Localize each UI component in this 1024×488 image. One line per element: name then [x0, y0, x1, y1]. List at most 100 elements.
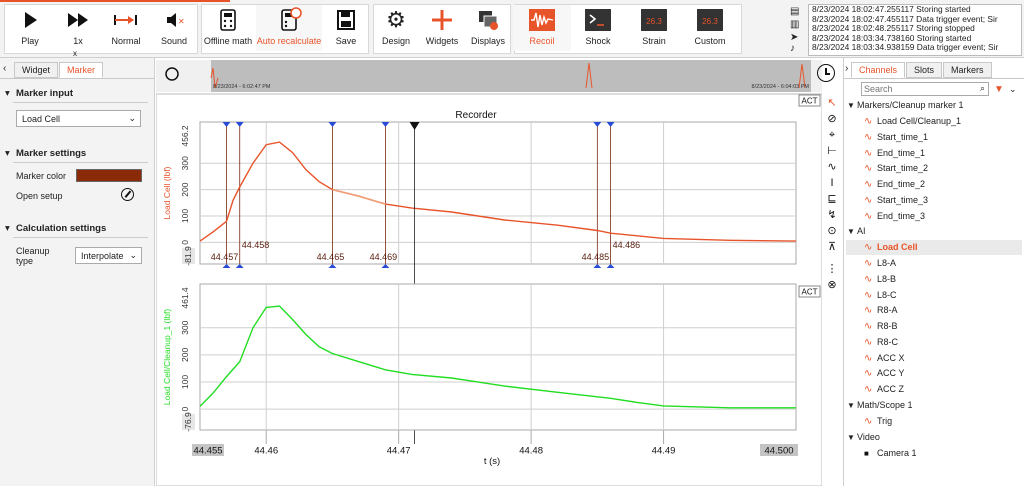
tree-item[interactable]: ∿ Start_time_3	[846, 193, 1022, 208]
recoil-button[interactable]: Recoil	[513, 5, 571, 51]
search-icon: ⌕	[979, 83, 985, 93]
document-icon[interactable]: ▥	[790, 19, 799, 30]
tree-item[interactable]: ∿ ACC Y	[846, 366, 1022, 381]
divider	[0, 78, 155, 79]
plot-frame	[199, 283, 797, 431]
recorder-area: 8/23/2024 - 6:02:47 PM 8/23/2024 - 6:04:…	[155, 58, 823, 487]
shock-button[interactable]: Shock	[569, 5, 627, 51]
search-box: ⌕	[861, 82, 989, 96]
grid-icon[interactable]: ⋮	[825, 262, 839, 276]
sound-button[interactable]: ✕ Sound	[144, 5, 204, 51]
tab-slots[interactable]: Slots	[906, 62, 943, 78]
caret-down-icon: ▼	[847, 400, 855, 410]
y-min-label: -76.9	[183, 412, 193, 432]
marker-color-swatch[interactable]	[76, 169, 142, 182]
tree-item[interactable]: ∿ L8-C	[846, 288, 1022, 303]
calculator-icon	[199, 7, 257, 33]
channels-tabs: Channels Slots Markers	[851, 62, 993, 78]
displays-button[interactable]: Displays	[458, 5, 518, 51]
recorder-svg[interactable]: 8/23/2024 - 6:02:47 PM 8/23/2024 - 6:04:…	[155, 58, 823, 487]
pointer-icon[interactable]: ↖	[825, 96, 839, 110]
tab-markers[interactable]: Markers	[943, 62, 992, 78]
event-log[interactable]: 8/23/2024 18:02:47.255117 Storing starte…	[808, 4, 1022, 56]
vertical-cursor-icon[interactable]: I	[825, 176, 839, 190]
chevron-down-icon[interactable]: ⌄	[1009, 84, 1017, 95]
tree-group[interactable]: ▼ Markers/Cleanup marker 1	[846, 98, 1022, 113]
tree-item[interactable]: ∿ R8-B	[846, 319, 1022, 334]
microphone-icon[interactable]: ♪	[790, 43, 795, 54]
overview-timeline[interactable]	[211, 60, 811, 92]
tree-item[interactable]: ∿ Load Cell/Cleanup_1	[846, 114, 1022, 129]
cleanup-type-select[interactable]: Interpolate ⌄	[75, 247, 142, 264]
divider	[13, 102, 148, 103]
x-tick-label: 44.47	[387, 446, 411, 457]
marker-label: 44.485	[582, 252, 610, 262]
cleanup-graph[interactable]: 300 200 100 0 461.4 -76.9 Load Cell/Cleanup_1 …	[162, 283, 797, 432]
tree-item[interactable]: ∿ L8-A	[846, 256, 1022, 271]
horizontal-cursor-icon[interactable]: ⊢	[825, 144, 839, 158]
waveform-icon: ∿	[864, 210, 873, 222]
tree-item[interactable]: ∿ R8-A	[846, 303, 1022, 318]
tree-item[interactable]: ∿ End_time_2	[846, 177, 1022, 192]
tree-item[interactable]: ∿ ACC X	[846, 351, 1022, 366]
y-tick-label: 0	[180, 240, 190, 245]
svg-text:26.3: 26.3	[702, 17, 718, 26]
tree-item[interactable]: ∿ Start_time_1	[846, 130, 1022, 145]
filter-icon[interactable]: ▼	[994, 84, 1004, 95]
collapse-right-icon[interactable]: ›	[845, 63, 848, 74]
marker-settings-header[interactable]: Marker settings	[0, 148, 150, 159]
custom-button[interactable]: 26.3 Custom	[681, 5, 739, 51]
x-tick-label: 44.49	[652, 446, 676, 457]
close-circle-icon[interactable]: ⊗	[825, 278, 839, 292]
tab-widget[interactable]: Widget	[14, 62, 59, 78]
tree-item[interactable]: ∿ Load Cell	[846, 240, 1022, 256]
tree-item[interactable]: ∿ Trig	[846, 414, 1022, 429]
tree-group[interactable]: ▼ AI	[846, 224, 1022, 239]
crosshair-icon[interactable]: ⌖	[825, 128, 839, 142]
waveform-icon: ∿	[864, 194, 873, 206]
tab-marker[interactable]: Marker	[59, 62, 104, 78]
auto-recalculate-button[interactable]: Auto recalculate	[256, 5, 322, 51]
clock-icon[interactable]	[817, 64, 835, 82]
tree-item[interactable]: ∿ R8-C	[846, 335, 1022, 350]
offline-math-button[interactable]: Offline math	[199, 5, 257, 51]
overview-strip[interactable]: 8/23/2024 - 6:02:47 PM 8/23/2024 - 6:04:…	[156, 60, 822, 92]
wave-cursor-icon[interactable]: ∿	[825, 160, 839, 174]
marker-cursor-icon[interactable]: ↯	[825, 208, 839, 222]
tree-item[interactable]: ∿ ACC Z	[846, 382, 1022, 397]
search-input[interactable]	[862, 83, 970, 95]
marker-input-header[interactable]: Marker input	[0, 88, 150, 99]
save-button[interactable]: Save	[320, 5, 372, 51]
collapse-left-icon[interactable]: ‹	[3, 63, 6, 74]
compass-icon[interactable]: ⊘	[825, 112, 839, 126]
marker-label: 44.486	[613, 240, 641, 250]
clock-hand-icon	[825, 73, 830, 75]
notes-icon[interactable]: ▤	[790, 6, 799, 17]
open-setup-icon[interactable]	[121, 188, 134, 201]
tree-item[interactable]: ∿ End_time_1	[846, 146, 1022, 161]
waveform-icon: ∿	[864, 384, 873, 395]
target-icon[interactable]: ⊙	[825, 224, 839, 238]
terminal-icon	[569, 7, 627, 33]
speaker-muted-icon: ✕	[144, 7, 204, 33]
marker-input-select[interactable]: Load Cell ⌄	[16, 110, 141, 127]
tab-channels[interactable]: Channels	[851, 62, 906, 78]
waveform-icon: ∿	[864, 179, 873, 190]
tree-group[interactable]: ▼ Video	[846, 430, 1022, 445]
tree-item[interactable]: ∿ Start_time_2	[846, 161, 1022, 176]
waveform-icon: ∿	[864, 242, 873, 254]
tree-item[interactable]: ■ Camera 1	[846, 446, 1022, 461]
tree-item[interactable]: ∿ End_time_3	[846, 209, 1022, 224]
caret-down-icon: ▼	[847, 101, 855, 110]
calc-settings-header[interactable]: Calculation settings	[0, 223, 150, 234]
tree-item[interactable]: ∿ L8-B	[846, 272, 1022, 287]
step-cursor-icon[interactable]: ⊑	[825, 192, 839, 206]
cursor-icon[interactable]: ➤	[790, 32, 798, 43]
strain-button[interactable]: 26.3 Strain	[625, 5, 683, 51]
scale-icon[interactable]: ⊼	[825, 240, 839, 254]
tree-group[interactable]: ▼ Math/Scope 1	[846, 398, 1022, 413]
y-tick-label: 200	[180, 182, 190, 196]
active-tab-indicator	[0, 0, 230, 2]
log-tools: ▤ ▥ ➤ ♪	[788, 6, 802, 54]
svg-text:26.3: 26.3	[646, 17, 662, 26]
